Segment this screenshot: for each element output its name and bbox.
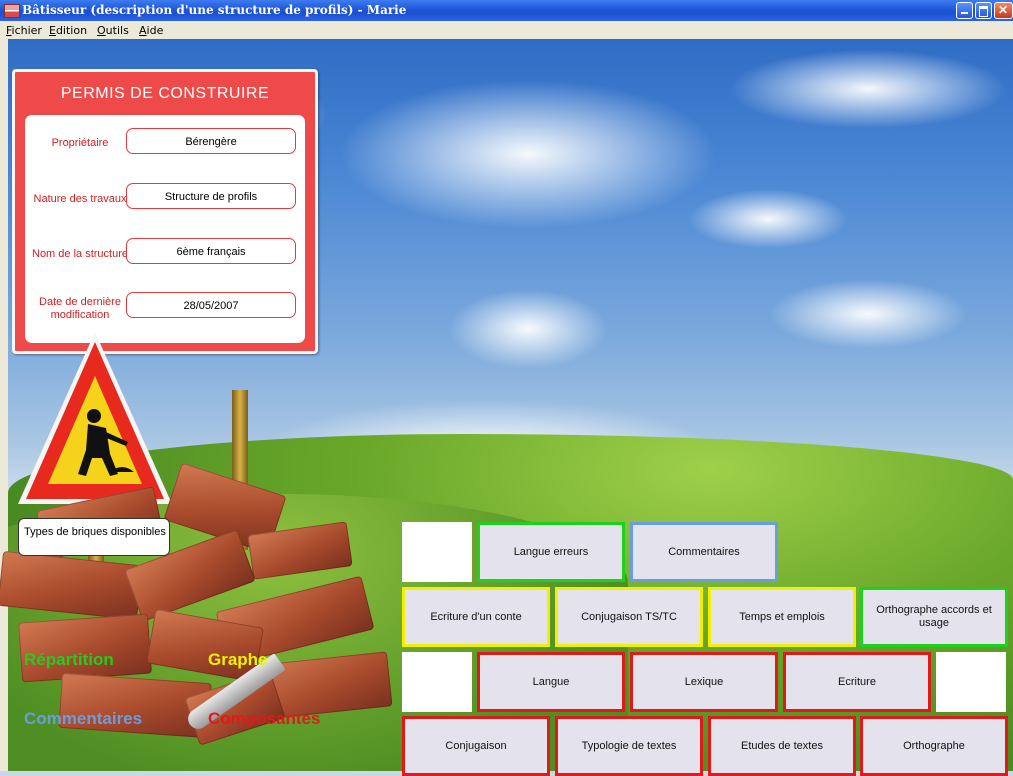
work-type-field[interactable]: Structure de profils (126, 183, 296, 209)
building-permit-panel: PERMIS DE CONSTRUIRE Propriétaire Béreng… (12, 69, 318, 354)
maximize-button[interactable] (975, 2, 992, 19)
app-icon (4, 4, 20, 18)
brick-temps-emplois[interactable]: Temps et emplois (708, 587, 856, 647)
window-title: Bâtisseur (description d'une structure d… (22, 3, 407, 17)
brick-ecriture[interactable]: Ecriture (783, 652, 931, 712)
menu-edition[interactable]: Edition (49, 24, 87, 37)
brick-lexique[interactable]: Lexique (630, 652, 778, 712)
brick-typologie-textes[interactable]: Typologie de textes (555, 716, 703, 776)
brick-ecriture-conte[interactable]: Ecriture d'un conte (402, 587, 550, 647)
brick-orthographe[interactable]: Orthographe (860, 716, 1008, 776)
minimize-button[interactable] (956, 2, 973, 19)
structure-name-label: Nom de la structure (32, 248, 128, 260)
brick-langue[interactable]: Langue (477, 652, 625, 712)
permit-title: PERMIS DE CONSTRUIRE (60, 85, 270, 102)
legend-commentaires: Commentaires (24, 709, 143, 728)
empty-slot (402, 652, 472, 712)
empty-slot (936, 652, 1006, 712)
brick-conjugaison-ts-tc[interactable]: Conjugaison TS/TC (555, 587, 703, 647)
legend-repartition: Répartition (24, 650, 114, 669)
owner-label: Propriétaire (51, 137, 109, 149)
work-type-label: Nature des travaux (33, 193, 127, 205)
brick-etudes-textes[interactable]: Etudes de textes (708, 716, 856, 776)
brick-langue-erreurs[interactable]: Langue erreurs (477, 522, 625, 582)
brick-pile-image (0, 462, 400, 746)
owner-field[interactable]: Bérengère (126, 128, 296, 154)
available-brick-types-label: Types de briques disponibles (18, 518, 170, 556)
legend-graphe: Graphe (208, 650, 268, 669)
legend-composantes: Composantes (208, 709, 321, 728)
empty-slot (402, 522, 472, 582)
menu-bar: Fichier Edition Outils Aide (0, 21, 1013, 39)
brick-orthographe-accords[interactable]: Orthographe accords et usage (860, 587, 1008, 647)
close-button[interactable] (994, 2, 1013, 19)
menu-aide[interactable]: Aide (139, 24, 163, 37)
modified-date-field[interactable]: 28/05/2007 (126, 292, 296, 318)
brick-commentaires[interactable]: Commentaires (630, 522, 778, 582)
permit-form: Propriétaire Bérengère Nature des travau… (25, 115, 305, 343)
menu-outils[interactable]: Outils (97, 24, 129, 37)
brick-conjugaison[interactable]: Conjugaison (402, 716, 550, 776)
modified-date-label: Date de dernière modification (39, 296, 121, 321)
title-bar: Bâtisseur (description d'une structure d… (0, 0, 1013, 21)
structure-name-field[interactable]: 6ème français (126, 238, 296, 264)
menu-fichier[interactable]: Fichier (6, 24, 42, 37)
